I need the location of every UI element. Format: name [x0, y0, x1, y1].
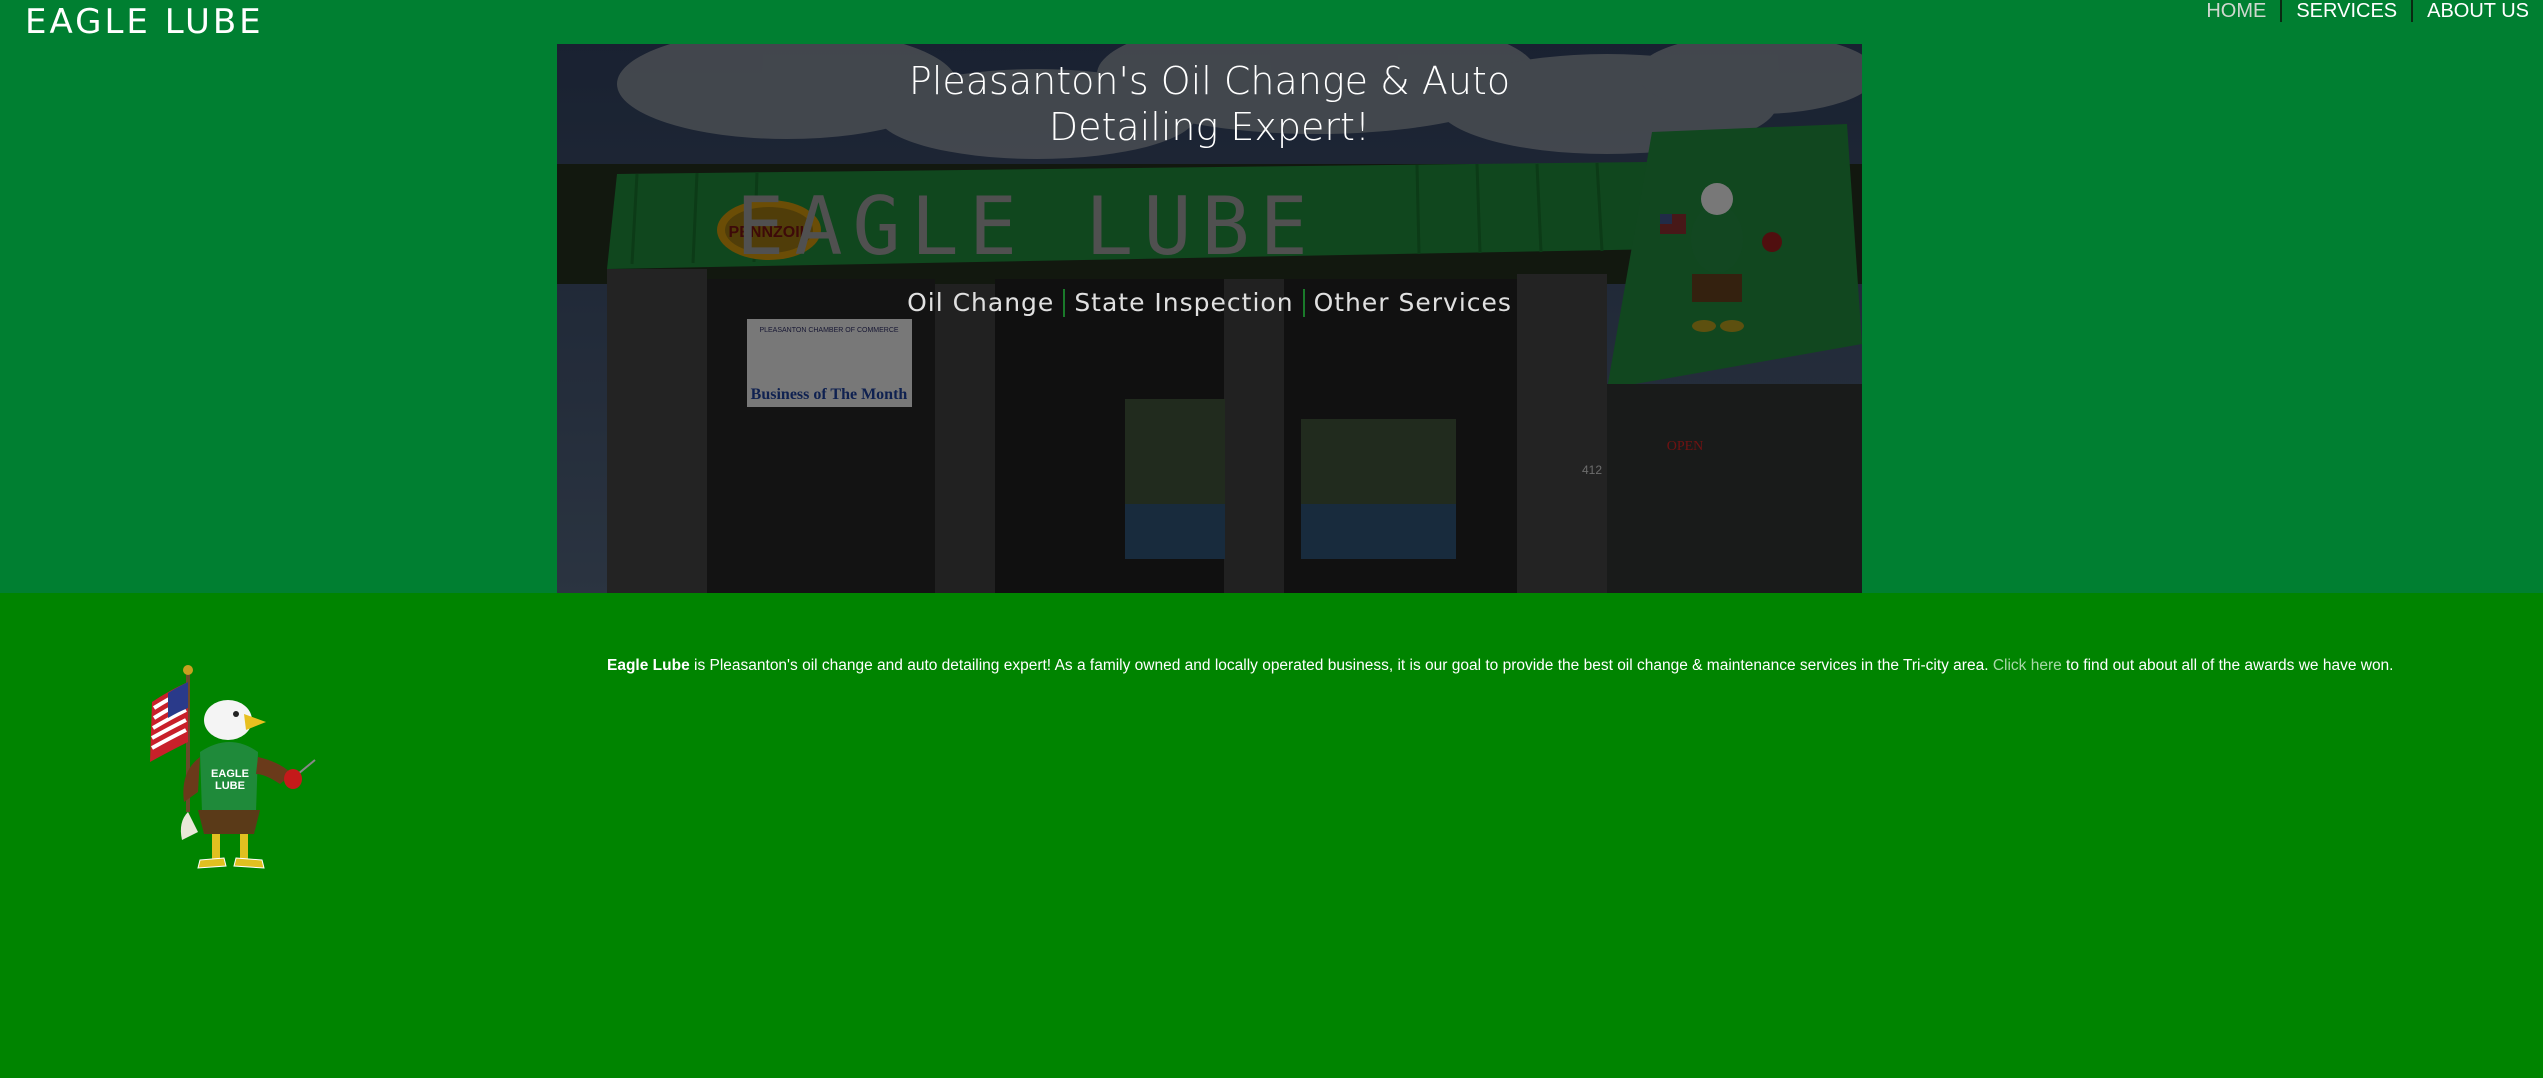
- mascot-shirt-text-line1: EAGLE: [211, 768, 249, 780]
- eagle-mascot-icon: EAGLE LUBE: [150, 665, 316, 869]
- hero-banner: PENNZOIL EAGLE LUBE PLEASANTON CHAMBER O…: [557, 44, 1862, 593]
- american-flag-icon: [150, 682, 188, 762]
- awards-link[interactable]: Click here: [1993, 657, 2062, 674]
- hero-service-links: Oil Change State Inspection Other Servic…: [557, 288, 1862, 317]
- nav-home[interactable]: HOME: [2192, 0, 2280, 22]
- hero-title-line1: Pleasanton's Oil Change & Auto: [908, 59, 1511, 103]
- mascot-shirt-text-line2: LUBE: [215, 780, 245, 792]
- main-nav: HOME SERVICES ABOUT US: [2192, 0, 2543, 22]
- hero-link-state-inspection[interactable]: State Inspection: [1065, 288, 1302, 317]
- hero-link-other-services[interactable]: Other Services: [1305, 288, 1521, 317]
- intro-text-after-link: to find out about all of the awards we h…: [2061, 657, 2394, 674]
- nav-services[interactable]: SERVICES: [2282, 0, 2411, 22]
- nav-about-us[interactable]: ABOUT US: [2413, 0, 2543, 22]
- intro-company-name: Eagle Lube: [607, 657, 690, 674]
- oil-can-icon: [284, 759, 316, 789]
- hero-link-oil-change[interactable]: Oil Change: [898, 288, 1063, 317]
- intro-paragraph: Eagle Lube is Pleasanton's oil change an…: [607, 656, 2507, 676]
- hero-title: Pleasanton's Oil Change & Auto Detailing…: [557, 58, 1862, 150]
- header-band: EAGLE LUBE HOME SERVICES ABOUT US PENNZO…: [0, 0, 2543, 593]
- hero-title-line2: Detailing Expert!: [1048, 105, 1371, 149]
- intro-text-before-link: is Pleasanton's oil change and auto deta…: [689, 657, 1993, 674]
- site-logo[interactable]: EAGLE LUBE: [25, 2, 264, 42]
